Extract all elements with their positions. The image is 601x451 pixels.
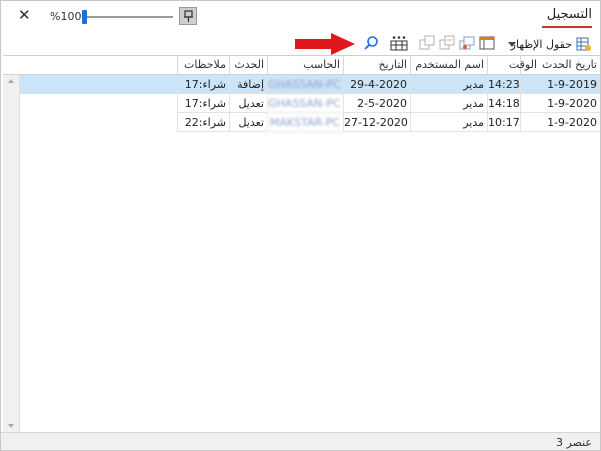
item-count: 3 عنصر bbox=[556, 436, 592, 449]
fields-display-button[interactable]: حقول الإظهار bbox=[511, 36, 592, 52]
layout-button[interactable] bbox=[479, 35, 495, 51]
column-header-event[interactable]: الحدث bbox=[229, 56, 267, 74]
cell-event-date: 1-9-2020 bbox=[520, 113, 600, 132]
cell-date: 29-4-2020 bbox=[343, 75, 410, 94]
collapse-button[interactable] bbox=[439, 35, 455, 51]
column-header-time[interactable]: الوقت bbox=[487, 56, 540, 74]
search-icon bbox=[364, 36, 378, 50]
cell-user: مدير bbox=[410, 113, 487, 132]
column-header-date[interactable]: التاريخ bbox=[343, 56, 410, 74]
close-icon[interactable]: ✕ bbox=[18, 6, 31, 24]
status-bar: 3 عنصر bbox=[1, 432, 600, 450]
scroll-down-icon[interactable] bbox=[8, 424, 14, 428]
vertical-scrollbar[interactable] bbox=[3, 75, 20, 433]
cell-date: 27-12-2020 bbox=[343, 113, 410, 132]
columns-button[interactable] bbox=[390, 35, 408, 51]
cell-notes: شراء:22 bbox=[177, 113, 229, 132]
layout-icon bbox=[479, 36, 495, 50]
zoom-slider-thumb[interactable] bbox=[82, 10, 87, 24]
cell-computer: GHASSAN-PC bbox=[267, 75, 343, 94]
cell-event: إضافة bbox=[229, 75, 267, 94]
collapse-icon bbox=[439, 35, 455, 50]
cell-computer: MAKSTAR-PC bbox=[267, 113, 343, 132]
log-window: التسجيل ✕ %100 حقول الإظهار تاريخ الحدث … bbox=[0, 0, 601, 451]
cell-event: تعديل bbox=[229, 94, 267, 113]
search-button[interactable] bbox=[363, 35, 379, 51]
cell-date: 2-5-2020 bbox=[343, 94, 410, 113]
export-button[interactable] bbox=[459, 35, 475, 51]
expand-icon bbox=[419, 35, 435, 50]
fields-display-label: حقول الإظهار bbox=[510, 37, 572, 51]
grid-header: تاريخ الحدث الوقت اسم المستخدم التاريخ ا… bbox=[3, 56, 600, 75]
pin-icon bbox=[184, 10, 193, 22]
column-header-user[interactable]: اسم المستخدم bbox=[410, 56, 487, 74]
column-header-computer[interactable]: الحاسب bbox=[267, 56, 343, 74]
expand-button[interactable] bbox=[419, 35, 435, 51]
table-row[interactable]: 1-9-2020 14:18:18 مدير 2-5-2020 GHASSAN-… bbox=[20, 94, 600, 113]
dropdown-icon[interactable] bbox=[508, 42, 516, 47]
zoom-level-label: %100 bbox=[50, 10, 82, 23]
cell-computer: GHASSAN-PC bbox=[267, 94, 343, 113]
cell-event: تعديل bbox=[229, 113, 267, 132]
zoom-slider[interactable] bbox=[83, 16, 173, 18]
columns-icon bbox=[390, 36, 408, 51]
log-grid: تاريخ الحدث الوقت اسم المستخدم التاريخ ا… bbox=[3, 55, 600, 433]
table-row[interactable]: 1-9-2020 10:17:07 مدير 27-12-2020 MAKSTA… bbox=[20, 113, 600, 132]
cell-notes: شراء:17 bbox=[177, 94, 229, 113]
cell-event-date: 1-9-2020 bbox=[520, 94, 600, 113]
cell-time: 14:18:18 bbox=[487, 94, 520, 113]
table-row[interactable]: 1-9-2019 14:23:46 مدير 29-4-2020 GHASSAN… bbox=[20, 75, 600, 94]
fields-icon bbox=[576, 37, 591, 51]
export-icon bbox=[459, 36, 475, 50]
cell-time: 10:17:07 bbox=[487, 113, 520, 132]
cell-notes: شراء:17 bbox=[177, 75, 229, 94]
pin-button[interactable] bbox=[179, 7, 197, 25]
red-arrow-annotation bbox=[295, 33, 355, 55]
cell-user: مدير bbox=[410, 94, 487, 113]
window-title: التسجيل bbox=[546, 7, 592, 22]
title-underline bbox=[542, 26, 592, 28]
cell-event-date: 1-9-2019 bbox=[520, 75, 600, 94]
cell-user: مدير bbox=[410, 75, 487, 94]
toolbar: حقول الإظهار bbox=[1, 31, 600, 55]
title-bar: التسجيل ✕ %100 bbox=[1, 1, 600, 31]
column-header-notes[interactable]: ملاحظات bbox=[177, 56, 229, 74]
scroll-up-icon[interactable] bbox=[8, 79, 14, 83]
cell-time: 14:23:46 bbox=[487, 75, 520, 94]
